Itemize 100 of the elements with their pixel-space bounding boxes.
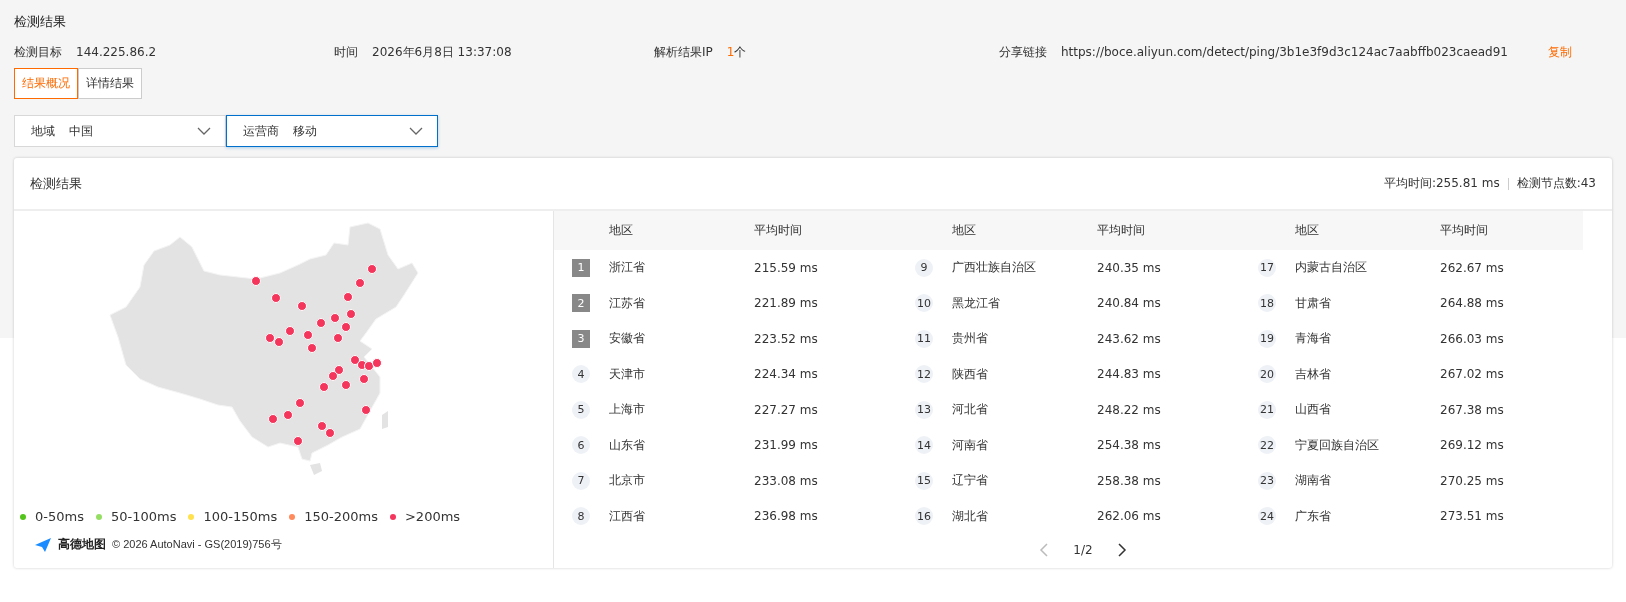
table-cell: 江苏省 [609, 294, 645, 312]
tab[interactable]: 详情结果 [78, 68, 142, 99]
rank-circle: 9 [915, 258, 933, 277]
table-cell-text: 227.27 ms [754, 401, 819, 419]
table-cell: 浙江省 [609, 259, 645, 277]
rank-circle: 15 [915, 471, 933, 490]
table-cell-text: 258.38 ms [1097, 472, 1162, 490]
table-cell-text: 240.35 ms [1097, 259, 1162, 277]
rank-circle: 20 [1258, 365, 1276, 384]
legend-label: >200ms [404, 509, 461, 524]
table-cell-text: 231.99 ms [754, 437, 819, 455]
info-label: 检测目标 [14, 43, 62, 61]
info-value: 2026年6月8日 13:37:08 [372, 43, 512, 61]
table-cell: 广东省 [1295, 507, 1331, 525]
table-cell: 内蒙古自治区 [1295, 259, 1367, 277]
table-cell-text: 221.89 ms [754, 295, 819, 313]
rank-circle: 8 [572, 507, 590, 526]
table-cell-text: 266.03 ms [1440, 330, 1505, 348]
rank-circle: 5 [572, 400, 590, 419]
rank-circle: 23 [1258, 471, 1276, 490]
table-cell: 青海省 [1295, 330, 1331, 348]
info-value: 1个 [726, 43, 747, 61]
paper-plane-icon [34, 536, 52, 553]
column-header: 平均时间 [754, 211, 897, 250]
node-count: 检测节点数:43 [1516, 175, 1596, 192]
table-cell-text: 243.62 ms [1097, 330, 1162, 348]
table-cell-text: 273.51 ms [1440, 508, 1505, 526]
rank-circle: 24 [1258, 507, 1276, 526]
column-header: 平均时间 [1097, 211, 1240, 250]
rank-circle: 22 [1258, 436, 1276, 455]
table-cell: 吉林省 [1295, 365, 1331, 383]
table-cell: 上海市 [609, 401, 645, 419]
table-cell: 山东省 [609, 436, 645, 454]
table-cell-text: 267.38 ms [1440, 401, 1505, 419]
dropdown[interactable]: 运营商 移动 [226, 115, 438, 147]
table-cell: 湖南省 [1295, 472, 1331, 490]
table-cell: 广西壮族自治区 [952, 259, 1036, 277]
table-cell-text: 236.98 ms [754, 508, 819, 526]
rank-circle: 19 [1258, 329, 1276, 348]
column-header: 平均时间 [1440, 211, 1583, 250]
table-cell-text: 269.12 ms [1440, 437, 1505, 455]
card-title: 检测结果 [30, 174, 82, 193]
table-cell: 河南省 [952, 436, 988, 454]
rank-circle: 21 [1258, 400, 1276, 419]
dropdown[interactable]: 地域 中国 [14, 115, 226, 147]
table-cell: 陕西省 [952, 365, 988, 383]
table-cell-text: 267.02 ms [1440, 366, 1505, 384]
table-cell-text: 262.67 ms [1440, 259, 1505, 277]
chevron-right-icon[interactable] [1116, 543, 1127, 557]
dropdown-value: 移动 [293, 122, 318, 140]
info-label: 解析结果IP [654, 43, 713, 61]
column-header: 地区 [554, 211, 754, 250]
table-cell-text: 215.59 ms [754, 259, 819, 277]
chevron-down-icon [409, 127, 423, 135]
legend-label: 50-100ms [110, 509, 177, 524]
table-cell: 宁夏回族自治区 [1295, 436, 1379, 454]
table-cell-text: 254.38 ms [1097, 437, 1162, 455]
rank-circle: 6 [572, 436, 590, 455]
table-cell: 北京市 [609, 472, 645, 490]
map-copyright: © 2026 AutoNavi - GS(2019)756号 [112, 537, 282, 552]
table-cell: 安徽省 [609, 330, 645, 348]
rank-circle: 10 [915, 294, 933, 313]
rank-circle: 11 [915, 329, 933, 348]
rank-badge: 3 [572, 329, 590, 348]
table-cell-text: 224.34 ms [754, 366, 819, 384]
table-cell-text: 240.84 ms [1097, 295, 1162, 313]
rank-circle: 4 [572, 365, 590, 384]
average-time: 平均时间:255.81 ms [1383, 175, 1500, 192]
rank-circle: 13 [915, 400, 933, 419]
rank-circle: 18 [1258, 294, 1276, 313]
table-cell-text: 233.08 ms [754, 472, 819, 490]
table-cell: 河北省 [952, 401, 988, 419]
table-cell-text: 262.06 ms [1097, 508, 1162, 526]
info-label: 分享链接 [998, 43, 1047, 61]
column-header: 地区 [897, 211, 1097, 250]
table-cell-text: 270.25 ms [1440, 472, 1505, 490]
legend-label: 150-200ms [304, 509, 378, 524]
dropdown-value: 中国 [69, 122, 94, 140]
table-cell: 黑龙江省 [952, 294, 1000, 312]
info-value: 144.225.86.2 [76, 45, 157, 59]
table-cell-text: 248.22 ms [1097, 401, 1162, 419]
map-brand: 高德地图 [58, 536, 106, 553]
chevron-down-icon [197, 127, 211, 135]
dropdown-label: 运营商 [243, 122, 279, 140]
rank-circle: 16 [915, 507, 933, 526]
rank-badge: 1 [572, 258, 590, 277]
legend-label: 100-150ms [203, 509, 278, 524]
table-cell-text: 223.52 ms [754, 330, 819, 348]
rank-circle: 17 [1258, 258, 1276, 277]
table-cell: 天津市 [609, 365, 645, 383]
table-cell: 贵州省 [952, 330, 988, 348]
rank-circle: 12 [915, 365, 933, 384]
page-title: 检测结果 [14, 13, 67, 31]
table-cell-text: 244.83 ms [1097, 366, 1162, 384]
legend-label: 0-50ms [35, 509, 84, 524]
info-label: 时间 [334, 43, 358, 61]
column-header: 地区 [1240, 211, 1440, 250]
table-cell: 山西省 [1295, 401, 1331, 419]
table-cell: 江西省 [609, 507, 645, 525]
table-cell: 湖北省 [952, 507, 988, 525]
